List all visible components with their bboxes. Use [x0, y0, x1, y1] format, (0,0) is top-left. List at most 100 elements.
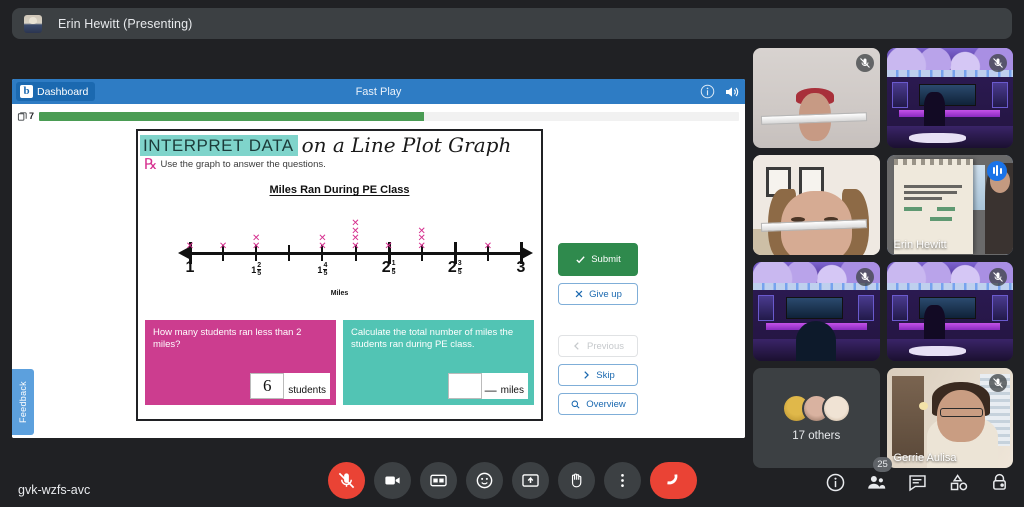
host-controls-button[interactable] — [989, 472, 1010, 493]
overview-button[interactable]: Overview — [558, 393, 638, 415]
overflow-participants-tile[interactable]: 17 others — [753, 368, 880, 468]
worksheet: INTERPRET DATA on a Line Plot Graph ℞ Us… — [136, 129, 543, 421]
participant-tile[interactable] — [753, 261, 880, 362]
submit-button[interactable]: Submit — [558, 243, 638, 276]
axis-tick-label: 1 — [185, 259, 195, 276]
participant-count-badge: 25 — [873, 457, 892, 472]
previous-button: Previous — [558, 335, 638, 357]
search-icon — [571, 400, 580, 409]
muted-icon — [989, 54, 1007, 72]
present-screen-button[interactable] — [511, 462, 549, 499]
data-point-stack: ✕ — [384, 240, 393, 252]
skip-label: Skip — [596, 369, 615, 381]
action-buttons: Submit Give up Previous Skip Overview — [558, 243, 638, 415]
question-1-answer-group: 6 students — [250, 373, 330, 399]
line-plot: 1 ✕ ✕ 1 2 5 ✕ ✕ 1 4 5 ✕ ✕ ✕ ✕ ✕ ✕ 2 1 5 ✕ ✕ ✕ ✕ 2 3 5 ✕ 3 Miles — [138, 204, 541, 316]
meeting-right-controls: 25 — [825, 457, 1010, 493]
worksheet-instruction: Use the graph to answer the questions. — [160, 159, 326, 170]
reactions-button[interactable] — [465, 462, 503, 499]
data-point-marker: ✕ — [417, 240, 426, 252]
data-point-stack: ✕ — [185, 240, 195, 252]
more-options-button[interactable] — [603, 462, 641, 499]
participant-tile[interactable] — [753, 48, 880, 148]
speaker-icon[interactable] — [724, 84, 739, 99]
give-up-button[interactable]: Give up — [558, 283, 638, 305]
participant-name: Erin Hewitt — [893, 238, 947, 251]
overflow-participants-label: 17 others — [792, 430, 841, 443]
chevron-left-icon — [574, 342, 579, 350]
axis-tick — [288, 245, 291, 261]
data-point-stack: ✕ ✕ ✕ ✕ — [351, 219, 359, 251]
progress-bar-fill — [39, 111, 424, 121]
activities-button[interactable] — [948, 472, 969, 493]
progress-row: 7 — [12, 104, 745, 128]
pencil-loop-icon: ℞ — [144, 155, 158, 173]
people-icon — [868, 476, 886, 489]
chat-icon — [909, 475, 926, 492]
camera-button[interactable] — [373, 462, 411, 499]
card-stack-icon: 7 — [17, 111, 34, 122]
progress-bar — [39, 111, 739, 121]
overview-label: Overview — [586, 398, 626, 410]
question-card-1: How many students ran less than 2 miles?… — [145, 320, 336, 405]
muted-icon — [855, 54, 874, 72]
participant-tiles: Erin Hewitt 17 others Gerrie Aulisa — [753, 48, 1013, 468]
meeting-details-button[interactable] — [825, 472, 846, 493]
axis-tick-label: 3 — [516, 259, 526, 276]
check-icon — [576, 256, 585, 264]
participant-tile[interactable] — [886, 261, 1013, 362]
worksheet-instruction-row: ℞ Use the graph to answer the questions. — [144, 155, 541, 173]
question-1-text: How many students ran less than 2 miles? — [153, 327, 302, 350]
feedback-tab[interactable]: Feedback — [12, 369, 34, 435]
avatar-stack — [781, 394, 851, 424]
app-header: b Dashboard Fast Play — [12, 79, 745, 104]
data-point-marker: ✕ — [384, 240, 393, 252]
line-plot-axis: 1 ✕ ✕ 1 2 5 ✕ ✕ 1 4 5 ✕ ✕ ✕ ✕ ✕ ✕ 2 1 5 ✕ ✕ ✕ ✕ 2 3 5 ✕ 3 — [178, 204, 533, 316]
question-2-answer-input[interactable] — [447, 373, 482, 399]
data-point-marker: ✕ — [251, 240, 261, 252]
chat-button[interactable] — [907, 472, 928, 493]
microphone-button[interactable] — [327, 462, 365, 499]
question-2-unit: miles — [496, 373, 528, 399]
participant-tile[interactable] — [753, 154, 880, 255]
data-point-marker: ✕ — [483, 240, 493, 252]
presenter-avatar-icon — [24, 14, 42, 33]
axis-tick-label: 125 — [251, 262, 262, 278]
skip-button[interactable]: Skip — [558, 364, 638, 386]
data-point-marker: ✕ — [185, 240, 195, 252]
app-header-icons — [700, 84, 739, 99]
worksheet-title-highlight: INTERPRET DATA — [140, 135, 298, 156]
shared-screen-content: b Dashboard Fast Play 7 INTERPRET DATA o… — [12, 79, 745, 438]
participant-tile[interactable]: Gerrie Aulisa — [886, 368, 1013, 468]
axis-tick-label: 145 — [317, 262, 328, 278]
info-icon[interactable] — [700, 84, 715, 99]
participants-button[interactable]: 25 — [866, 457, 892, 493]
chart-title: Miles Ran During PE Class — [269, 184, 410, 196]
muted-icon — [855, 267, 874, 286]
presenter-name: Erin Hewitt (Presenting) — [58, 16, 193, 31]
answer-dash-icon: — — [484, 383, 497, 397]
data-point-stack: ✕ ✕ — [318, 234, 327, 252]
actions-spacer — [558, 312, 638, 328]
captions-button[interactable] — [419, 462, 457, 499]
presenter-bar: Erin Hewitt (Presenting) — [12, 8, 1012, 39]
participant-tile[interactable] — [886, 48, 1013, 148]
chevron-right-icon — [584, 371, 590, 379]
data-point-stack: ✕ — [483, 240, 493, 252]
participant-tile[interactable]: Erin Hewitt — [886, 154, 1013, 255]
leave-call-button[interactable] — [649, 462, 697, 499]
question-1-answer-input[interactable]: 6 — [250, 373, 285, 399]
submit-label: Submit — [591, 254, 621, 265]
raise-hand-button[interactable] — [557, 462, 595, 499]
data-point-marker: ✕ — [318, 240, 327, 252]
feedback-label: Feedback — [18, 381, 28, 423]
data-point-stack: ✕ ✕ ✕ — [417, 226, 426, 252]
app-title: Fast Play — [355, 85, 402, 98]
info-icon — [826, 473, 845, 492]
question-2-text: Calculate the total number of miles the … — [351, 327, 514, 350]
muted-icon — [989, 267, 1007, 286]
avatar — [821, 394, 851, 424]
question-row: How many students ran less than 2 miles?… — [138, 320, 541, 405]
axis-caption: Miles — [330, 290, 349, 297]
data-point-stack: ✕ ✕ — [251, 234, 261, 252]
